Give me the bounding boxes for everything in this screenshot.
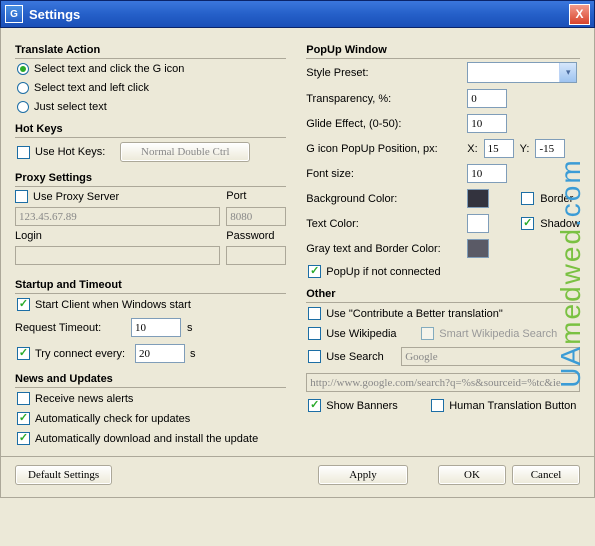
search-engine-input[interactable]: [401, 347, 580, 366]
default-settings-button[interactable]: Default Settings: [15, 465, 112, 485]
chevron-down-icon: ▾: [559, 63, 576, 82]
checkbox-human-translation[interactable]: [431, 399, 444, 412]
cancel-button[interactable]: Cancel: [512, 465, 580, 485]
checkbox-border[interactable]: [521, 192, 534, 205]
proxy-port-input[interactable]: [226, 207, 286, 226]
checkbox-check-updates[interactable]: [17, 412, 30, 425]
proxy-password-input[interactable]: [226, 246, 286, 265]
startup-heading: Startup and Timeout: [15, 279, 286, 291]
hotkeys-button[interactable]: Normal Double Ctrl: [120, 142, 250, 162]
proxy-login-input[interactable]: [15, 246, 220, 265]
apply-button[interactable]: Apply: [318, 465, 408, 485]
try-connect-label: Try connect every:: [35, 348, 130, 360]
x-label: X:: [467, 143, 477, 155]
use-hotkeys-label: Use Hot Keys:: [35, 146, 105, 158]
radio-label: Select text and click the G icon: [34, 63, 184, 75]
seconds-label: s: [190, 348, 196, 360]
checkbox-auto-download[interactable]: [17, 432, 30, 445]
glide-input[interactable]: [467, 114, 507, 133]
close-button[interactable]: X: [569, 4, 590, 25]
radio-label: Select text and left click: [34, 82, 149, 94]
radio-icon: [17, 82, 29, 94]
app-icon: G: [5, 5, 23, 23]
start-client-label: Start Client when Windows start: [35, 299, 191, 311]
font-size-input[interactable]: [467, 164, 507, 183]
radio-icon: [17, 101, 29, 113]
hotkeys-heading: Hot Keys: [15, 123, 286, 135]
smart-wiki-label: Smart Wikipedia Search: [439, 328, 557, 340]
show-banners-label: Show Banners: [326, 400, 426, 412]
right-column: PopUp Window Style Preset: ▾ Transparenc…: [306, 38, 580, 452]
radio-icon: [17, 63, 29, 75]
try-connect-input[interactable]: [135, 344, 185, 363]
gicon-pos-label: G icon PopUp Position, px:: [306, 143, 461, 155]
bg-color-swatch[interactable]: [467, 189, 489, 208]
radio-select-left-click[interactable]: Select text and left click: [17, 82, 286, 94]
checkbox-contribute[interactable]: [308, 307, 321, 320]
news-heading: News and Updates: [15, 373, 286, 385]
text-color-swatch[interactable]: [467, 214, 489, 233]
contribute-label: Use "Contribute a Better translation": [326, 308, 503, 320]
gicon-x-input[interactable]: [484, 139, 514, 158]
gray-color-swatch[interactable]: [467, 239, 489, 258]
shadow-label: Shadow: [540, 218, 580, 230]
checkbox-smart-wiki: [421, 327, 434, 340]
ok-button[interactable]: OK: [438, 465, 506, 485]
checkbox-show-banners[interactable]: [308, 399, 321, 412]
proxy-heading: Proxy Settings: [15, 172, 286, 184]
auto-download-label: Automatically download and install the u…: [35, 433, 258, 445]
checkbox-popup-not-connected[interactable]: [308, 265, 321, 278]
checkbox-try-connect[interactable]: [17, 347, 30, 360]
proxy-host-input[interactable]: [15, 207, 220, 226]
checkbox-use-proxy[interactable]: [15, 190, 28, 203]
checkbox-shadow[interactable]: [521, 217, 534, 230]
checkbox-use-search[interactable]: [308, 350, 321, 363]
seconds-label: s: [187, 322, 193, 334]
receive-news-label: Receive news alerts: [35, 393, 133, 405]
window-title: Settings: [29, 7, 569, 22]
checkbox-start-client[interactable]: [17, 298, 30, 311]
text-color-label: Text Color:: [306, 218, 461, 230]
port-label: Port: [226, 190, 286, 203]
use-proxy-label: Use Proxy Server: [33, 191, 119, 203]
wikipedia-label: Use Wikipedia: [326, 328, 416, 340]
style-preset-label: Style Preset:: [306, 67, 461, 79]
radio-label: Just select text: [34, 101, 107, 113]
transparency-label: Transparency, %:: [306, 93, 461, 105]
popup-heading: PopUp Window: [306, 44, 580, 56]
radio-select-click-g[interactable]: Select text and click the G icon: [17, 63, 286, 75]
password-label: Password: [226, 230, 286, 242]
human-translation-label: Human Translation Button: [449, 400, 576, 412]
login-label: Login: [15, 230, 220, 242]
y-label: Y:: [520, 143, 530, 155]
checkbox-wikipedia[interactable]: [308, 327, 321, 340]
gicon-y-input[interactable]: [535, 139, 565, 158]
check-updates-label: Automatically check for updates: [35, 413, 190, 425]
gray-color-label: Gray text and Border Color:: [306, 243, 461, 255]
border-label: Border: [540, 193, 573, 205]
search-url-input[interactable]: [306, 373, 580, 392]
other-heading: Other: [306, 288, 580, 300]
radio-just-select[interactable]: Just select text: [17, 101, 286, 113]
glide-label: Glide Effect, (0-50):: [306, 118, 461, 130]
popup-not-connected-label: PopUp if not connected: [326, 266, 440, 278]
checkbox-receive-news[interactable]: [17, 392, 30, 405]
titlebar: G Settings X: [0, 0, 595, 28]
font-size-label: Font size:: [306, 168, 461, 180]
request-timeout-label: Request Timeout:: [15, 322, 125, 334]
left-column: Translate Action Select text and click t…: [15, 38, 286, 452]
checkbox-use-hotkeys[interactable]: [17, 146, 30, 159]
translate-heading: Translate Action: [15, 44, 286, 56]
bg-color-label: Background Color:: [306, 193, 461, 205]
transparency-input[interactable]: [467, 89, 507, 108]
use-search-label: Use Search: [326, 351, 396, 363]
request-timeout-input[interactable]: [131, 318, 181, 337]
style-preset-select[interactable]: ▾: [467, 62, 577, 83]
